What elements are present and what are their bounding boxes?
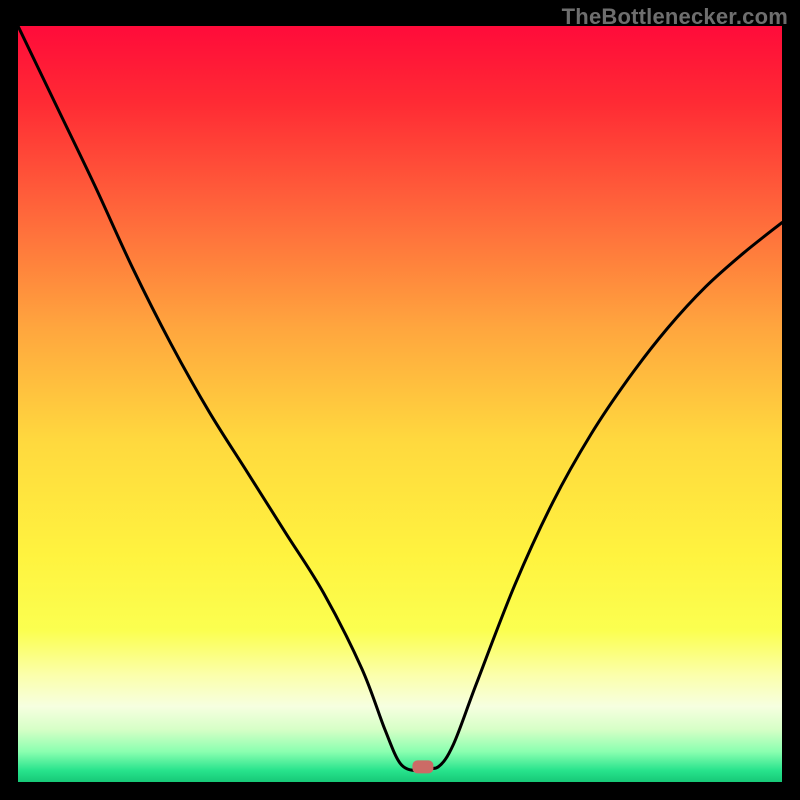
gradient-background: [18, 26, 782, 782]
chart-frame: TheBottlenecker.com: [0, 0, 800, 800]
bottleneck-chart: [18, 26, 782, 782]
bottleneck-marker: [412, 760, 433, 773]
